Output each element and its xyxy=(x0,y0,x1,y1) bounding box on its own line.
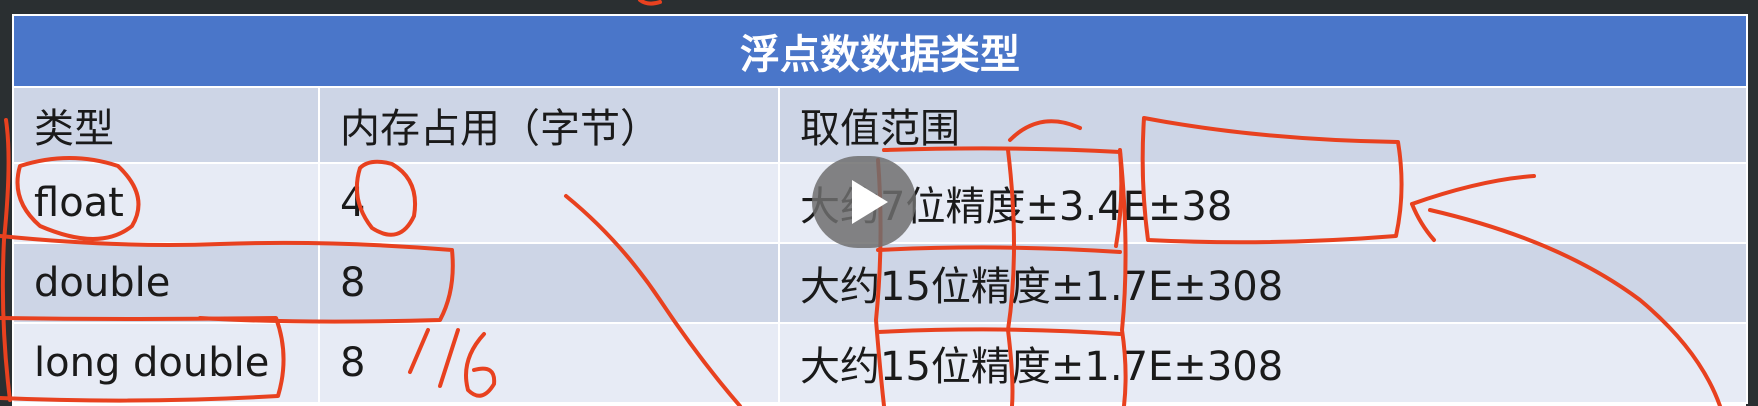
play-icon xyxy=(852,180,888,224)
header-range: 取值范围 xyxy=(778,86,1748,164)
header-type: 类型 xyxy=(12,86,320,164)
cell-memory: 4 xyxy=(318,162,780,244)
cell-type: long double xyxy=(12,322,320,404)
cell-range: 大约15位精度±1.7E±308 xyxy=(778,242,1748,324)
table-title: 浮点数数据类型 xyxy=(12,14,1748,88)
cell-range: 大约15位精度±1.7E±308 xyxy=(778,322,1748,404)
table-header-row: 类型 内存占用（字节） 取值范围 xyxy=(12,86,1748,164)
table-row: double 8 大约15位精度±1.7E±308 xyxy=(12,242,1748,324)
cell-type: double xyxy=(12,242,320,324)
table-title-row: 浮点数数据类型 xyxy=(12,14,1748,88)
cell-memory: 8 xyxy=(318,322,780,404)
table-row: long double 8 大约15位精度±1.7E±308 xyxy=(12,322,1748,404)
cell-memory: 8 xyxy=(318,242,780,324)
cell-range: 大约7位精度±3.4E±38 xyxy=(778,162,1748,244)
play-button[interactable] xyxy=(812,156,916,248)
cell-type: float xyxy=(12,162,320,244)
header-memory: 内存占用（字节） xyxy=(318,86,780,164)
